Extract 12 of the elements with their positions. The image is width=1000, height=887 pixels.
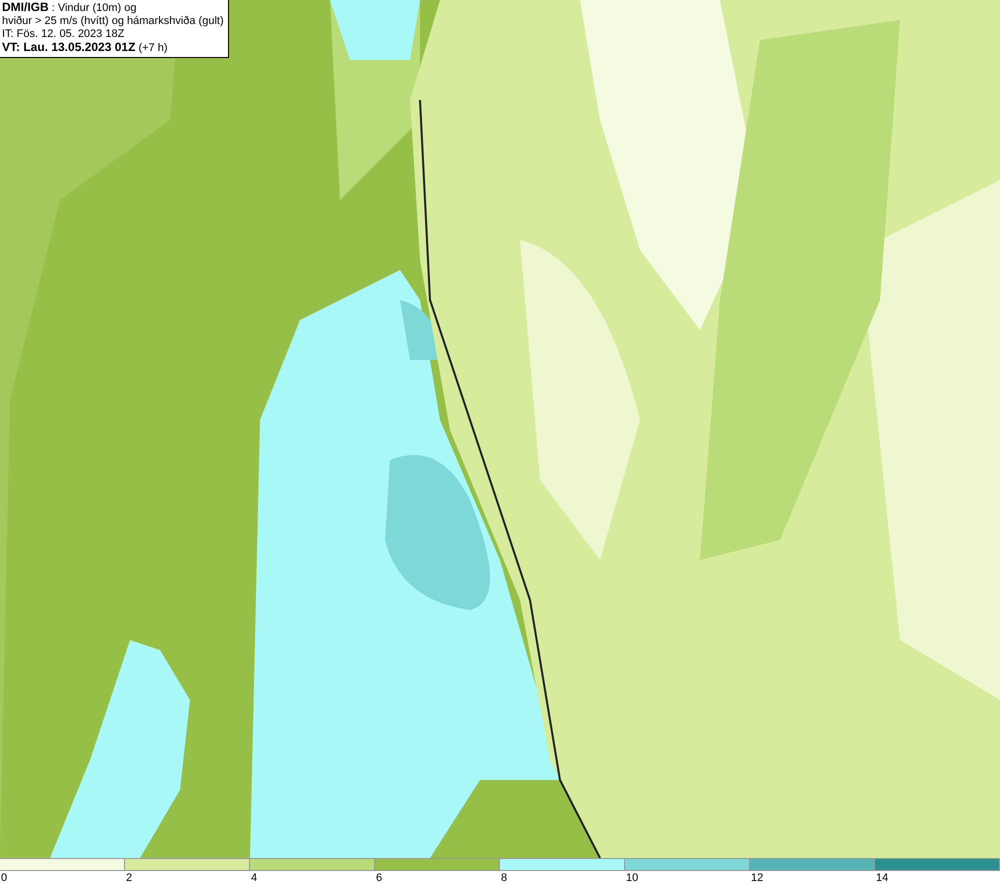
legend-tick-label: 12 [750,871,764,885]
legend-tick-label: 10 [625,871,638,885]
legend-tick-label: 2 [125,871,132,885]
legend-tick-label: 0 [0,871,8,885]
legend-tick-label: 14 [875,871,888,885]
legend-tick-label: 8 [500,871,508,885]
legend-tick-label: 6 [375,871,382,885]
info-text: DMI/IGB : Vindur (10m) og [2,1,138,15]
info-text: IT: Fös. 12. 05. 2023 18Z [2,28,126,41]
info-text: VT: Lau. 13.05.2023 01Z (+7 h) [2,41,169,55]
legend-tick-label: 4 [250,871,258,885]
info-text: hviður > 25 m/s (hvítt) og hámarkshviða (gult) [2,15,224,28]
